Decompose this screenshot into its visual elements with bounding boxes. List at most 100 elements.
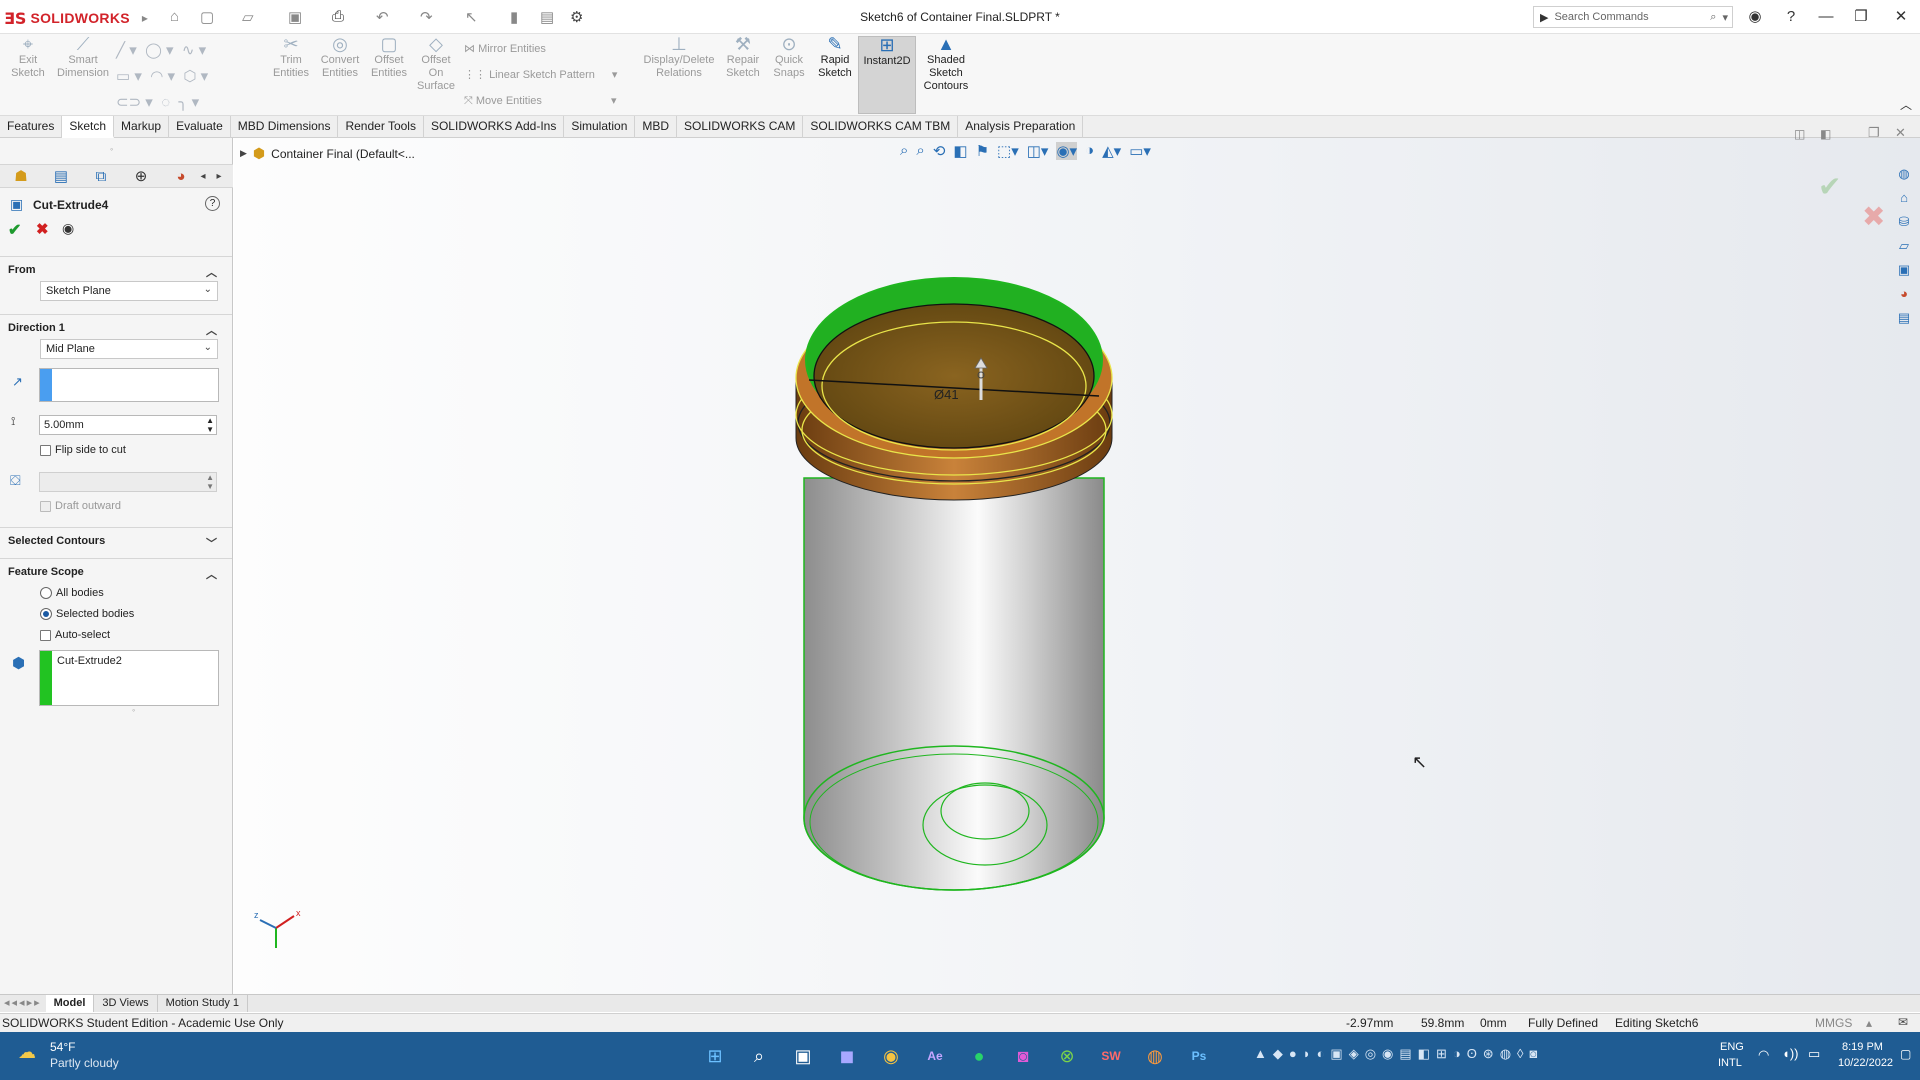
close-view-button[interactable]: ✕ [1895,125,1906,141]
cancel-x-icon[interactable]: ✖ [36,220,49,238]
search-commands[interactable]: ▶ Search Commands ⌕ ▾ [1533,6,1733,28]
tab-mbd-dimensions[interactable]: MBD Dimensions [231,116,339,138]
photoshop-icon[interactable]: Ps [1186,1044,1212,1068]
container-body[interactable] [795,277,1113,891]
instant2d-button[interactable]: ⊞ Instant2D [858,36,916,114]
offset-entities-button[interactable]: ▢ Offset Entities [366,35,412,80]
preview-eye-icon[interactable]: ◉ [62,220,74,237]
dimxpert-manager-icon[interactable]: ⊕ [128,167,154,187]
confirm-cancel-icon[interactable]: ✖ [1862,200,1885,233]
feature-tree-flyout[interactable]: ▶ ⬢ Container Final (Default<... [240,145,415,162]
shaded-sketch-contours-button[interactable]: ▲ Shaded Sketch Contours [918,35,974,93]
appearances-icon[interactable]: ◕ [1893,286,1915,306]
view-settings-icon[interactable]: ▭▾ [1129,142,1151,160]
fillet-icon[interactable]: ╮ ▾ [178,94,199,111]
tab-solidworks-add-ins[interactable]: SOLIDWORKS Add-Ins [424,116,565,138]
offset-on-surface-button[interactable]: ◇ Offset On Surface [414,35,458,93]
section-view-icon[interactable]: ◧ [953,142,967,160]
exit-sketch-button[interactable]: ⌖ Exit Sketch [4,35,52,80]
selected-contours-header[interactable]: Selected Contours ﹀ [8,535,225,550]
tab-simulation[interactable]: Simulation [564,116,636,138]
feature-manager-icon[interactable]: ☗ [8,167,34,187]
rectangle-icon[interactable]: ▭ ▾ [116,68,142,85]
wifi-icon[interactable]: ◠ [1758,1047,1769,1063]
apply-scene-icon[interactable]: ◭▾ [1102,142,1121,160]
tile-window-icon[interactable]: ◫ [1794,127,1805,141]
diameter-dimension[interactable]: Ø41 [934,387,959,402]
hide-show-items-icon[interactable]: ◉▾ [1056,142,1078,160]
home-icon[interactable]: ⌂ [1893,190,1915,210]
design-library-icon[interactable]: ⛁ [1893,214,1915,234]
flip-side-checkbox[interactable]: Flip side to cut [40,444,126,456]
draft-icon[interactable]: ⛋ [10,472,21,489]
search-input[interactable]: Search Commands [1554,11,1704,23]
checkbox[interactable] [40,444,51,456]
direction1-section-header[interactable]: Direction 1 ︿ [8,322,225,337]
all-bodies-radio[interactable]: All bodies [40,587,104,599]
tab-solidworks-cam[interactable]: SOLIDWORKS CAM [677,116,804,138]
search-dropdown-icon[interactable]: ▾ [1722,11,1732,24]
expand-arrow-icon[interactable]: ▶ [240,148,247,159]
unit-system[interactable]: MMGS [1815,1016,1852,1030]
tab-render-tools[interactable]: Render Tools [338,116,424,138]
teams-chat-icon[interactable]: ◼ [834,1044,860,1068]
auto-select-checkbox[interactable]: Auto-select [40,629,110,641]
direction-selection-box[interactable] [39,368,219,402]
slot-icon[interactable]: ⊂⊃ ▾ [116,94,153,111]
notification-center-icon[interactable]: ▢ [1900,1047,1911,1061]
tab-sketch[interactable]: Sketch [62,116,115,138]
close-button[interactable]: ✕ [1888,6,1914,28]
draft-outward-checkbox[interactable]: Draft outward [40,500,121,512]
line-icon[interactable]: ╱ ▾ [116,42,137,59]
clock-date[interactable]: 10/22/2022 [1838,1057,1893,1069]
chrome-icon[interactable]: ◉ [878,1044,904,1068]
start-windows-icon[interactable]: ⊞ [702,1044,728,1068]
tab-evaluate[interactable]: Evaluate [169,116,231,138]
model-tab-3d-views[interactable]: 3D Views [94,995,158,1012]
selected-body-item[interactable]: Cut-Extrude2 [57,655,122,667]
point-icon[interactable]: ◌ [161,94,170,111]
after-effects-icon[interactable]: Ae [922,1044,948,1068]
notifications-icon[interactable]: ✉ [1898,1015,1908,1029]
help-icon[interactable]: ? [1778,6,1804,28]
dynamic-annotation-icon[interactable]: ⚑ [976,142,989,160]
spline-icon[interactable]: ∿ ▾ [182,42,206,59]
display-manager-icon[interactable]: ◕ [168,167,194,187]
checkbox[interactable] [40,629,51,641]
list-resize-handle[interactable]: ◦ [132,705,135,715]
account-icon[interactable]: ◉ [1742,6,1768,28]
zoom-to-area-icon[interactable]: ⌕ [916,142,924,160]
volume-icon[interactable]: ◖)) [1782,1046,1799,1061]
unit-system-arrow-icon[interactable]: ▴ [1866,1016,1872,1030]
mirror-entities-button[interactable]: ⋈ Mirror Entities [464,42,546,55]
help-icon[interactable]: ? [205,196,220,211]
tabs-scroll-right-icon[interactable]: ▸ [212,167,226,187]
model-tab-motion-study-1[interactable]: Motion Study 1 [158,995,249,1012]
graphics-area[interactable]: Ø41 x z ↖ [234,138,1920,1002]
direction-arrow-icon[interactable]: ↗ [12,374,23,390]
circle-icon[interactable]: ◯ ▾ [145,42,173,59]
rapid-sketch-button[interactable]: ✎ Rapid Sketch [814,35,856,80]
tab-solidworks-cam-tbm[interactable]: SOLIDWORKS CAM TBM [803,116,959,138]
smart-dimension-button[interactable]: ⟋ Smart Dimension [54,35,112,80]
radio[interactable] [40,587,52,599]
model-tab-model[interactable]: Model [45,995,95,1012]
depth-input[interactable]: 5.00mm ▲ ▼ [39,415,217,435]
xbox-icon[interactable]: ⊗ [1054,1044,1080,1068]
repair-sketch-button[interactable]: ⚒ Repair Sketch [722,35,764,80]
part-name[interactable]: Container Final (Default<... [271,147,415,161]
search-icon[interactable]: ⌕ [1710,11,1716,24]
tab-scroll-arrows-icon[interactable]: ◂◂◂▸▸ [0,995,46,1012]
spotify-icon[interactable]: ● [966,1044,992,1068]
solidworks-taskbar-icon[interactable]: SW [1098,1044,1124,1068]
solidworks-resources-icon[interactable]: ◍ [1893,166,1915,186]
draft-angle-input[interactable]: ▲ ▼ [39,472,217,492]
display-delete-relations-button[interactable]: ⊥ Display/Delete Relations [636,35,722,80]
tab-markup[interactable]: Markup [114,116,170,138]
trim-entities-button[interactable]: ✂ Trim Entities [270,35,312,80]
ok-check-icon[interactable]: ✔ [8,220,21,240]
task-view-icon[interactable]: ▣ [790,1044,816,1068]
spin-arrows-icon[interactable]: ▲ ▼ [206,416,214,434]
tile-window-icon[interactable]: ◧ [1820,127,1831,141]
feature-scope-header[interactable]: Feature Scope ︿ [8,566,225,581]
